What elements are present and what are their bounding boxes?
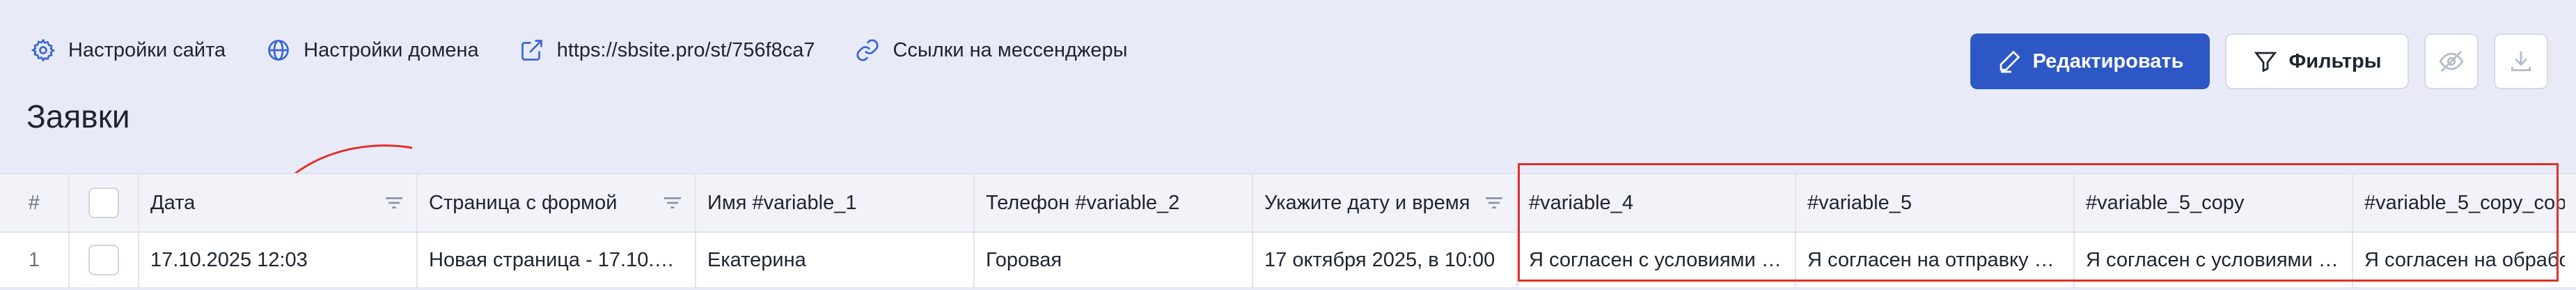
eye-off-icon bbox=[2439, 50, 2464, 72]
site-url-link[interactable]: https://sbsite.pro/st/756f8ca7 bbox=[519, 38, 815, 63]
site-settings-label: Настройки сайта bbox=[68, 38, 226, 61]
column-header-datetime-label: Укажите дату и время bbox=[1264, 191, 1470, 214]
requests-table: # Дата Страница с формой Имя #variable_1… bbox=[0, 173, 2576, 289]
row-number: 1 bbox=[0, 233, 70, 287]
edit-button[interactable]: Редактировать bbox=[1970, 33, 2210, 89]
hide-button[interactable] bbox=[2424, 33, 2479, 89]
gear-icon bbox=[31, 38, 56, 62]
column-header-form-page[interactable]: Страница с формой bbox=[418, 174, 696, 231]
page-title: Заявки bbox=[26, 98, 130, 135]
filters-button[interactable]: Фильтры bbox=[2225, 33, 2409, 89]
column-filter-icon[interactable] bbox=[383, 192, 405, 214]
cell-datetime: 17 октября 2025, в 10:00 bbox=[1253, 233, 1518, 287]
row-checkbox[interactable] bbox=[88, 245, 119, 275]
cell-form-page: Новая страница - 17.10.2025 bbox=[418, 233, 696, 287]
column-header-variable-5[interactable]: #variable_5 bbox=[1796, 174, 2075, 231]
column-header-name[interactable]: Имя #variable_1 bbox=[696, 174, 975, 231]
cell-variable-4: Я согласен с условиями пользования bbox=[1518, 233, 1796, 287]
column-filter-icon[interactable] bbox=[1483, 192, 1505, 214]
column-header-variable-5-copy-copy[interactable]: #variable_5_copy_copy bbox=[2353, 174, 2576, 231]
table-row[interactable]: 1 17.10.2025 12:03 Новая страница - 17.1… bbox=[0, 233, 2576, 289]
download-icon bbox=[2511, 51, 2531, 72]
edit-button-label: Редактировать bbox=[2032, 49, 2184, 72]
header-links: Настройки сайта Настройки домена https:/… bbox=[31, 26, 1168, 74]
select-all-checkbox[interactable] bbox=[88, 188, 119, 218]
column-header-datetime[interactable]: Укажите дату и время bbox=[1253, 174, 1518, 231]
domain-settings-link[interactable]: Настройки домена bbox=[266, 38, 479, 63]
cell-variable-5-copy-copy: Я согласен на обработку bbox=[2364, 248, 2565, 271]
pencil-icon bbox=[2000, 50, 2020, 73]
toolbar: Редактировать Фильтры bbox=[1955, 33, 2548, 89]
filters-button-label: Фильтры bbox=[2288, 49, 2382, 72]
column-header-form-page-label: Страница с формой bbox=[429, 191, 618, 214]
messenger-links-link[interactable]: Ссылки на мессенджеры bbox=[855, 38, 1127, 63]
external-link-icon bbox=[521, 40, 542, 61]
cell-phone: Горовая bbox=[975, 233, 1253, 287]
column-header-number: # bbox=[0, 174, 70, 231]
site-url-label: https://sbsite.pro/st/756f8ca7 bbox=[556, 38, 815, 61]
column-header-date[interactable]: Дата bbox=[139, 174, 418, 231]
column-header-variable-5-copy[interactable]: #variable_5_copy bbox=[2075, 174, 2353, 231]
cell-variable-5-copy: Я согласен с условиями политики bbox=[2075, 233, 2353, 287]
domain-settings-label: Настройки домена bbox=[304, 38, 479, 61]
globe-icon bbox=[268, 40, 290, 61]
column-header-select bbox=[70, 174, 139, 231]
column-filter-icon[interactable] bbox=[661, 192, 684, 214]
column-header-date-label: Дата bbox=[150, 191, 196, 214]
table-header: # Дата Страница с формой Имя #variable_1… bbox=[0, 173, 2576, 233]
cell-variable-5: Я согласен на отправку рекламы bbox=[1796, 233, 2075, 287]
column-header-variable-4[interactable]: #variable_4 bbox=[1518, 174, 1796, 231]
funnel-icon bbox=[2254, 52, 2277, 72]
column-header-phone[interactable]: Телефон #variable_2 bbox=[975, 174, 1253, 231]
download-button[interactable] bbox=[2494, 33, 2548, 89]
site-settings-link[interactable]: Настройки сайта bbox=[31, 38, 226, 63]
row-select bbox=[70, 233, 139, 287]
link-icon bbox=[856, 39, 879, 61]
cell-date: 17.10.2025 12:03 bbox=[139, 233, 418, 287]
cell-name: Екатерина bbox=[696, 233, 975, 287]
messenger-links-label: Ссылки на мессенджеры bbox=[893, 38, 1128, 61]
